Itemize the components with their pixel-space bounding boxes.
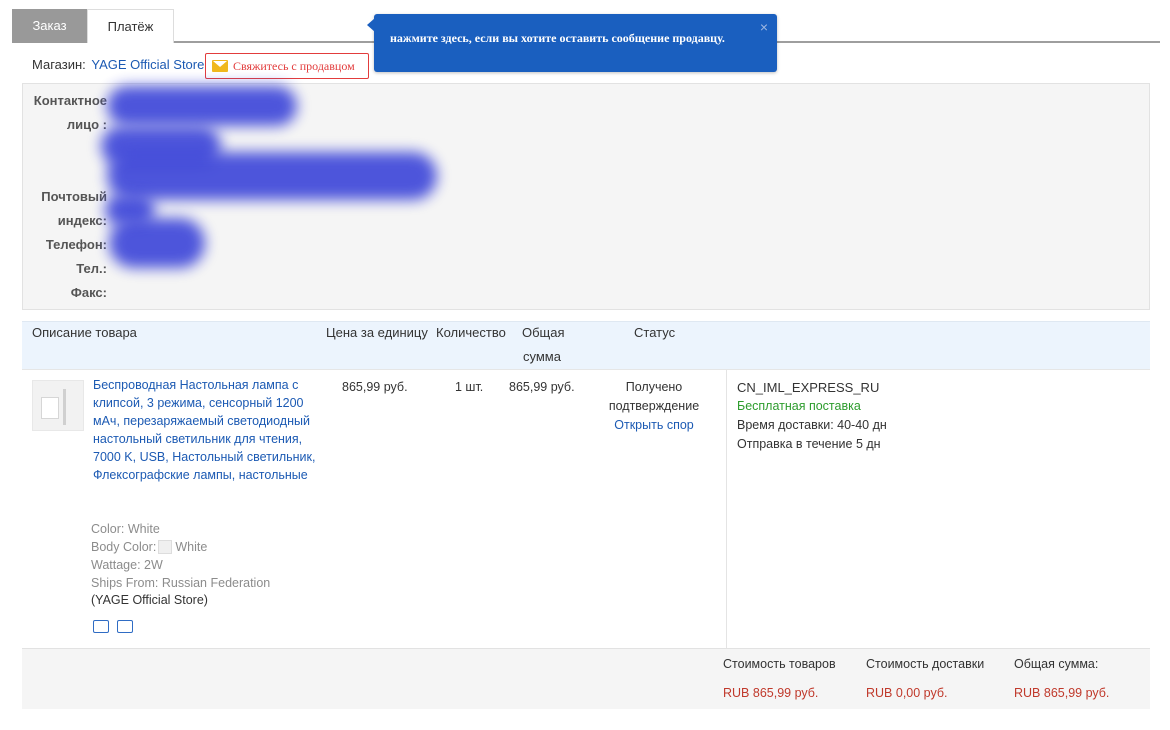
product-thumbnail[interactable] bbox=[32, 380, 84, 431]
goods-cost-label: Стоимость товаров bbox=[723, 657, 836, 671]
table-header: Описание товара Цена за единицу Количест… bbox=[22, 321, 1150, 369]
body-color-label: Body Color: bbox=[91, 540, 157, 554]
tooltip-arrow bbox=[367, 18, 375, 32]
store-row: Магазин: YAGE Official Store bbox=[32, 52, 204, 78]
column-divider bbox=[726, 370, 727, 649]
contact-info-box: Контактное лицо : Почтовый индекс: Телеф… bbox=[22, 83, 1150, 310]
item-total: 865,99 руб. bbox=[509, 380, 575, 394]
order-summary: Стоимость товаров RUB 865,99 руб. Стоимо… bbox=[22, 648, 1150, 709]
phone-label: Телефон: bbox=[45, 237, 107, 252]
close-icon[interactable]: × bbox=[760, 19, 768, 35]
delivery-time: Время доставки: 40-40 дн bbox=[737, 418, 887, 432]
contact-person-label-1: Контактное bbox=[33, 93, 107, 108]
table-row: Беспроводная Настольная лампа с клипсой,… bbox=[22, 369, 1150, 649]
product-wattage: Wattage: 2W bbox=[91, 558, 163, 572]
tab-order[interactable]: Заказ bbox=[12, 9, 87, 43]
product-body-color: Body Color: White bbox=[91, 538, 207, 556]
fax-label: Факс: bbox=[70, 285, 107, 300]
header-unit-price: Цена за единицу bbox=[326, 325, 428, 340]
quantity: 1 шт. bbox=[455, 380, 484, 394]
goods-cost-value: RUB 865,99 руб. bbox=[723, 686, 819, 700]
unit-price: 865,99 руб. bbox=[342, 380, 408, 394]
contact-seller-label: Свяжитесь с продавцом bbox=[233, 59, 355, 73]
tooltip-text[interactable]: нажмите здесь, если вы хотите оставить с… bbox=[390, 31, 725, 46]
header-quantity: Количество bbox=[436, 325, 506, 340]
dispatch-time: Отправка в течение 5 дн bbox=[737, 437, 881, 451]
product-color: Color: White bbox=[91, 522, 160, 536]
lamp-arm-image bbox=[63, 389, 66, 425]
contact-person-label-2: лицо : bbox=[66, 117, 107, 132]
redaction-scribble bbox=[107, 152, 437, 200]
truck-icon[interactable] bbox=[93, 620, 109, 633]
header-total-1: Общая bbox=[522, 325, 565, 340]
message-seller-tooltip[interactable]: нажмите здесь, если вы хотите оставить с… bbox=[367, 14, 777, 72]
redaction-scribble bbox=[107, 86, 297, 126]
header-total-2: сумма bbox=[523, 349, 561, 364]
free-shipping-label: Бесплатная поставка bbox=[737, 399, 861, 413]
postal-label-1: Почтовый bbox=[41, 189, 107, 204]
product-title-link[interactable]: Беспроводная Настольная лампа с клипсой,… bbox=[93, 376, 317, 484]
order-status: Получено подтверждение Открыть спор bbox=[584, 378, 724, 435]
card-icon[interactable] bbox=[117, 620, 133, 633]
postal-label-2: индекс: bbox=[57, 213, 107, 228]
shipping-cost-label: Стоимость доставки bbox=[866, 657, 985, 671]
product-store-name: (YAGE Official Store) bbox=[91, 593, 208, 607]
contact-seller-button[interactable]: Свяжитесь с продавцом bbox=[205, 53, 369, 79]
body-color-value: White bbox=[175, 540, 208, 554]
store-link[interactable]: YAGE Official Store bbox=[91, 57, 204, 72]
redaction-scribble bbox=[109, 218, 205, 268]
total-value: RUB 865,99 руб. bbox=[1014, 686, 1110, 700]
header-description: Описание товара bbox=[32, 325, 137, 340]
store-label: Магазин: bbox=[32, 57, 86, 72]
total-label: Общая сумма: bbox=[1014, 657, 1099, 671]
status-line-1: Получено bbox=[625, 380, 683, 394]
lamp-image bbox=[41, 397, 59, 419]
tel-label: Тел.: bbox=[76, 261, 107, 276]
shipping-cost-value: RUB 0,00 руб. bbox=[866, 686, 948, 700]
open-dispute-link[interactable]: Открыть спор bbox=[584, 416, 724, 435]
status-line-2: подтверждение bbox=[608, 399, 700, 413]
product-ships-from: Ships From: Russian Federation bbox=[91, 576, 271, 590]
tab-payment[interactable]: Платёж bbox=[87, 9, 174, 43]
color-swatch bbox=[158, 540, 173, 554]
header-status: Статус bbox=[634, 325, 676, 340]
shipping-method: CN_IML_EXPRESS_RU bbox=[737, 380, 880, 395]
mail-icon bbox=[212, 60, 228, 72]
